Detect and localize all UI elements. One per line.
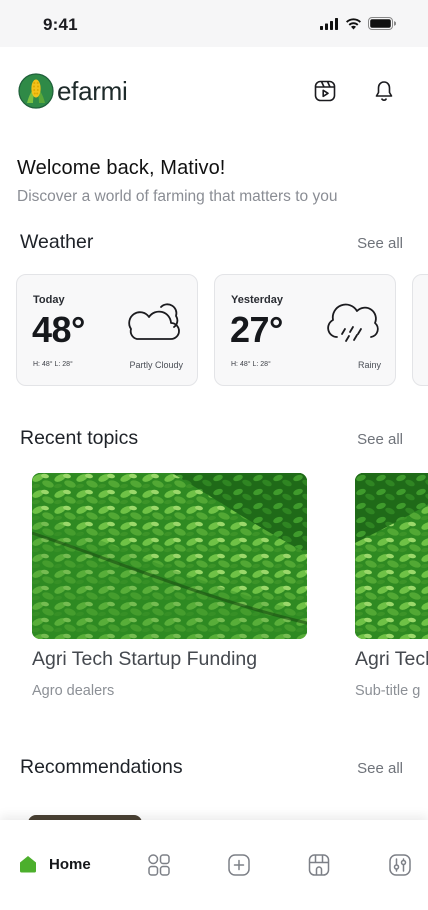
corn-logo-icon [18,73,54,109]
weather-card[interactable]: Yesterday 27° H: 48° L: 28° Rainy [214,274,396,386]
app-header: efarmi [0,47,428,137]
nav-item-home[interactable]: Home [18,854,91,874]
battery-icon [368,17,396,30]
video-button[interactable] [311,77,339,105]
weather-carousel[interactable]: Today 48° H: 48° L: 28° Partly Cloudy Ye… [16,274,428,386]
topic-image [32,473,307,639]
topic-card[interactable]: Agri Tech Startup Funding Agro dealers [32,473,307,699]
store-icon[interactable] [307,853,331,877]
status-bar: 9:41 [0,0,428,47]
weather-condition: Rainy [357,360,381,370]
bell-icon [375,81,393,101]
topic-image [355,473,428,639]
grid-icon[interactable] [147,853,171,877]
weather-temperature: 27° [230,309,283,350]
partly-cloudy-icon [128,303,180,340]
topic-title: Agri Tech Startup Funding [32,648,258,670]
home-screen: 9:41 efarmi Welcome back, Mativo! Discov… [0,0,428,910]
weather-day: Today [33,294,65,306]
topics-section-title: Recent topics [20,427,139,449]
topic-subtitle: Sub-title g [355,683,421,699]
weather-see-all-link[interactable]: See all [357,235,403,252]
home-icon [20,856,36,873]
weather-high-low: H: 48° L: 28° [231,361,271,368]
bottom-navigation: Home [0,820,428,910]
status-icons [320,17,396,30]
brand-name: efarmi [57,75,128,106]
welcome-title: Welcome back, Mativo! [17,157,226,179]
settings-sliders-icon[interactable] [388,853,412,877]
topics-carousel[interactable]: Agri Tech Startup Funding Agro dealers A… [32,473,428,699]
topic-title: Agri Tech [355,648,428,670]
video-play-icon [314,80,336,102]
brand-logo[interactable]: efarmi [18,73,128,109]
weather-card[interactable]: Today 48° H: 48° L: 28° Partly Cloudy [16,274,198,386]
weather-temperature: 48° [32,309,85,350]
wifi-icon [346,17,361,29]
nav-home-label: Home [49,855,91,873]
status-time: 9:41 [43,15,78,34]
topics-see-all-link[interactable]: See all [357,431,403,448]
crop-field-image [355,473,428,639]
weather-day: Yesterday [231,294,283,306]
welcome-subtitle: Discover a world of farming that matters… [17,188,338,205]
topic-subtitle: Agro dealers [32,683,115,699]
weather-condition: Partly Cloudy [129,360,183,370]
recommendations-see-all-link[interactable]: See all [357,760,403,777]
weather-section-title: Weather [20,231,94,253]
rain-cloud-icon [327,303,379,342]
add-icon[interactable] [227,853,251,877]
topic-card[interactable]: Agri Tech Sub-title g [355,473,428,699]
notifications-button[interactable] [370,77,398,105]
crop-field-image [32,473,307,639]
signal-icon [320,17,338,30]
weather-card[interactable] [412,274,428,386]
recommendations-section-title: Recommendations [20,756,183,778]
weather-high-low: H: 48° L: 28° [33,361,73,368]
